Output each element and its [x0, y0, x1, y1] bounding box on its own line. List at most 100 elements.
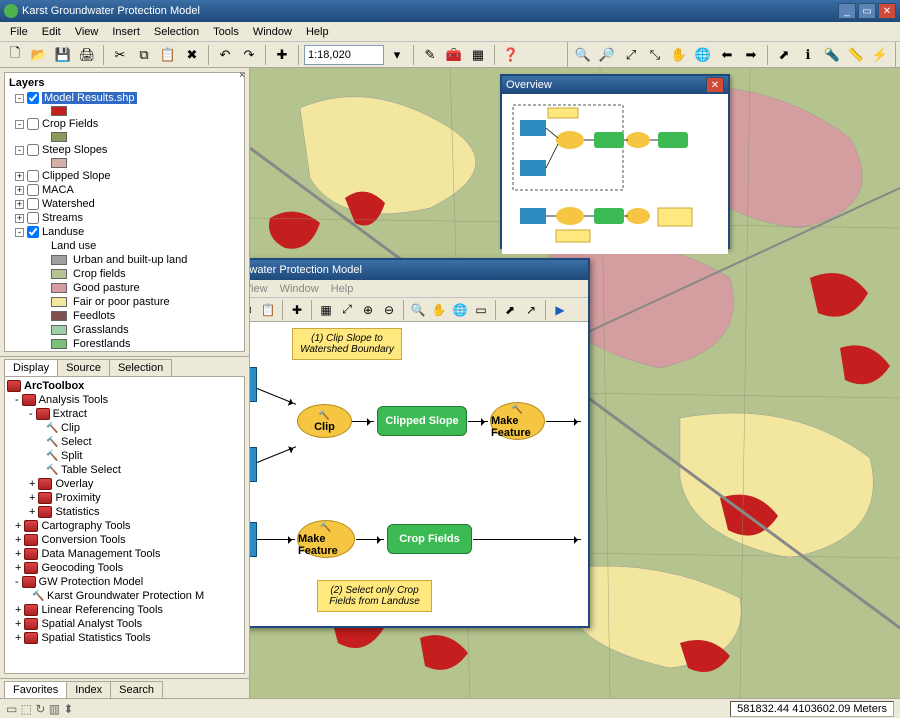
menu-file[interactable]: File: [4, 24, 34, 40]
overview-window[interactable]: Overview ✕: [500, 74, 730, 249]
layer-item[interactable]: +Watershed: [7, 197, 242, 211]
mb-menu-window[interactable]: Window: [275, 282, 324, 296]
tab-favorites[interactable]: Favorites: [4, 681, 67, 698]
paste-icon[interactable]: 📋: [157, 44, 179, 66]
expander-icon[interactable]: +: [15, 548, 21, 560]
layer-item[interactable]: +Streams: [7, 211, 242, 225]
tool-make-feature-2[interactable]: 🔨Make Feature: [297, 520, 355, 558]
expander-icon[interactable]: +: [29, 492, 35, 504]
undo-icon[interactable]: ↶: [214, 44, 236, 66]
expander-icon[interactable]: +: [15, 562, 21, 574]
cut-icon[interactable]: ✂: [109, 44, 131, 66]
mb-paste-icon[interactable]: 📋: [258, 300, 278, 320]
tool-item[interactable]: Karst Groundwater Protection M: [7, 589, 242, 603]
expander-icon[interactable]: +: [15, 172, 24, 181]
tool-item[interactable]: Select: [7, 435, 242, 449]
layer-item[interactable]: +MACA: [7, 183, 242, 197]
hyperlink-icon[interactable]: ⚡: [869, 44, 891, 66]
toolbox-item[interactable]: +Spatial Statistics Tools: [7, 631, 242, 645]
menu-view[interactable]: View: [69, 24, 105, 40]
mb-select-icon[interactable]: ⬈: [500, 300, 520, 320]
tab-display[interactable]: Display: [4, 359, 58, 376]
tool-make-feature-1[interactable]: 🔨Make Feature: [490, 402, 545, 440]
minimize-button[interactable]: _: [838, 3, 856, 19]
expander-icon[interactable]: -: [15, 576, 19, 588]
layer-checkbox[interactable]: [27, 118, 39, 130]
expander-icon[interactable]: -: [15, 120, 24, 129]
menu-selection[interactable]: Selection: [148, 24, 205, 40]
whats-this-icon[interactable]: ❓: [500, 44, 522, 66]
tool-item[interactable]: Split: [7, 449, 242, 463]
expander-icon[interactable]: +: [15, 618, 21, 630]
menu-window[interactable]: Window: [247, 24, 298, 40]
expander-icon[interactable]: +: [29, 478, 35, 490]
toolbox-item[interactable]: +Spatial Analyst Tools: [7, 617, 242, 631]
mb-auto-layout-icon[interactable]: ▦: [316, 300, 336, 320]
open-icon[interactable]: 📂: [28, 44, 50, 66]
tool-item[interactable]: Clip: [7, 421, 242, 435]
toolbox-item[interactable]: +Statistics: [7, 505, 242, 519]
layer-checkbox[interactable]: [27, 226, 39, 238]
table-of-contents[interactable]: Layers -Model Results.shp-Crop Fields-St…: [4, 72, 245, 352]
toolbox-item[interactable]: -Extract: [7, 407, 242, 421]
tab-search[interactable]: Search: [110, 681, 163, 698]
layer-checkbox[interactable]: [27, 92, 39, 104]
layer-checkbox[interactable]: [27, 212, 39, 224]
toolbox-icon[interactable]: 🧰: [443, 44, 465, 66]
mb-menu-help[interactable]: Help: [326, 282, 359, 296]
command-icon[interactable]: ▦: [467, 44, 489, 66]
save-icon[interactable]: 💾: [52, 44, 74, 66]
maximize-button[interactable]: ▭: [858, 3, 876, 19]
expander-icon[interactable]: -: [15, 394, 19, 406]
element-slope[interactable]: Slope: [250, 447, 257, 482]
fixed-zoom-out-icon[interactable]: ⤡: [644, 44, 666, 66]
expander-icon[interactable]: -: [29, 408, 33, 420]
prev-extent-icon[interactable]: ⬅: [716, 44, 738, 66]
mb-fixed-zoom-in-icon[interactable]: ⊕: [358, 300, 378, 320]
modelbuilder-canvas[interactable]: (1) Clip Slope to Watershed Boundary Wat…: [250, 322, 588, 626]
expander-icon[interactable]: -: [15, 228, 24, 237]
layer-item[interactable]: -Model Results.shp: [7, 91, 242, 105]
menu-edit[interactable]: Edit: [36, 24, 67, 40]
layer-checkbox[interactable]: [27, 184, 39, 196]
element-landuse[interactable]: Landuse: [250, 522, 257, 557]
copy-icon[interactable]: ⧉: [133, 44, 155, 66]
output-clipped-slope[interactable]: Clipped Slope: [377, 406, 467, 436]
measure-icon[interactable]: 📏: [845, 44, 867, 66]
mb-add-data-icon[interactable]: ✚: [287, 300, 307, 320]
fixed-zoom-in-icon[interactable]: ⤢: [620, 44, 642, 66]
layer-item[interactable]: -Crop Fields: [7, 117, 242, 131]
layer-item[interactable]: +Clipped Slope: [7, 169, 242, 183]
tool-clip[interactable]: 🔨Clip: [297, 404, 352, 438]
tab-index[interactable]: Index: [66, 681, 111, 698]
mb-full-extent-icon[interactable]: ⤢: [337, 300, 357, 320]
scale-input[interactable]: [304, 45, 384, 65]
mb-copy-icon[interactable]: ⧉: [250, 300, 257, 320]
toolbox-item[interactable]: -GW Protection Model: [7, 575, 242, 589]
mb-fixed-zoom-out-icon[interactable]: ⊖: [379, 300, 399, 320]
select-icon[interactable]: ⬈: [773, 44, 795, 66]
editor-icon[interactable]: ✎: [419, 44, 441, 66]
menu-insert[interactable]: Insert: [106, 24, 146, 40]
find-icon[interactable]: 🔦: [821, 44, 843, 66]
layer-item[interactable]: -Steep Slopes: [7, 143, 242, 157]
layer-item[interactable]: -Landuse: [7, 225, 242, 239]
redo-icon[interactable]: ↷: [238, 44, 260, 66]
expander-icon[interactable]: -: [15, 146, 24, 155]
toolbox-item[interactable]: +Cartography Tools: [7, 519, 242, 533]
menu-help[interactable]: Help: [300, 24, 335, 40]
toc-close-icon[interactable]: ×: [239, 70, 245, 81]
tool-item[interactable]: Table Select: [7, 463, 242, 477]
toolbox-item[interactable]: +Conversion Tools: [7, 533, 242, 547]
toolbox-item[interactable]: +Geocoding Tools: [7, 561, 242, 575]
close-button[interactable]: ✕: [878, 3, 896, 19]
expander-icon[interactable]: +: [29, 506, 35, 518]
layer-checkbox[interactable]: [27, 198, 39, 210]
mb-connect-icon[interactable]: ↗: [521, 300, 541, 320]
expander-icon[interactable]: +: [15, 632, 21, 644]
mb-overview-icon[interactable]: ▭: [471, 300, 491, 320]
tab-selection[interactable]: Selection: [109, 359, 172, 376]
mb-full-icon[interactable]: 🌐: [450, 300, 470, 320]
toolbox-item[interactable]: +Data Management Tools: [7, 547, 242, 561]
toolbox-item[interactable]: -Analysis Tools: [7, 393, 242, 407]
